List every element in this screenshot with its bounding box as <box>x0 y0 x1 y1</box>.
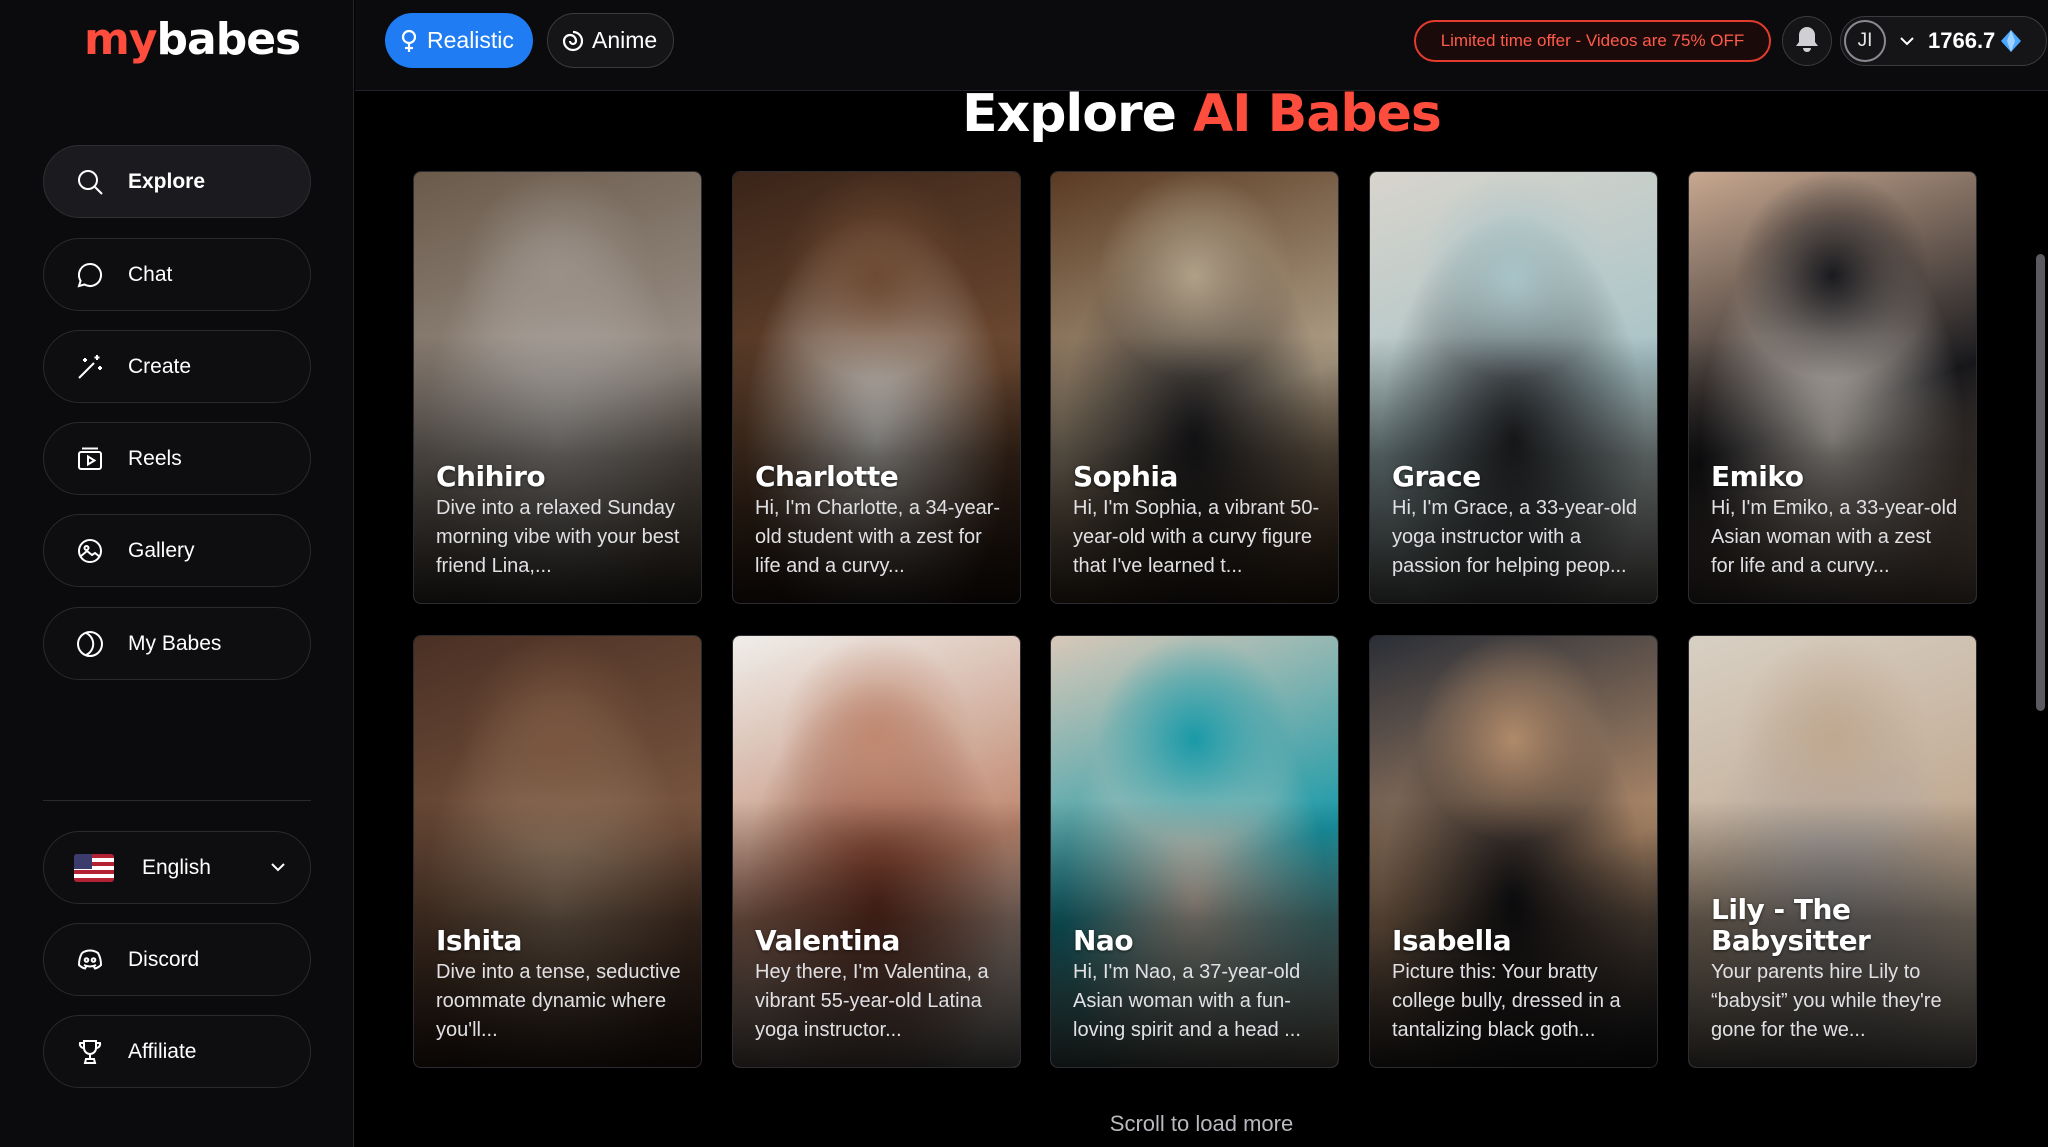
sidebar-divider <box>43 800 311 801</box>
babe-card[interactable]: Ishita Dive into a tense, seductive room… <box>413 635 702 1068</box>
babe-card[interactable]: Valentina Hey there, I'm Valentina, a vi… <box>732 635 1021 1068</box>
babe-card[interactable]: Emiko Hi, I'm Emiko, a 33-year-old Asian… <box>1688 171 1977 604</box>
card-description: Your parents hire Lily to “babysit” you … <box>1711 961 1942 1041</box>
trophy-icon <box>74 1036 106 1068</box>
card-name: Emiko <box>1711 460 1804 493</box>
babe-card[interactable]: Nao Hi, I'm Nao, a 37-year-old Asian wom… <box>1050 635 1339 1068</box>
nav-gallery[interactable]: Gallery <box>43 514 311 587</box>
gem-icon <box>2000 29 2022 53</box>
gallery-icon <box>74 535 106 567</box>
nav-chat[interactable]: Chat <box>43 238 311 311</box>
card-description: Dive into a relaxed Sunday morning vibe … <box>436 497 680 577</box>
page-title: Explore AI Babes <box>355 84 2048 144</box>
card-name: Lily - The Babysitter <box>1711 893 1871 957</box>
nav-create-label: Create <box>128 354 192 378</box>
nav-create[interactable]: Create <box>43 330 311 403</box>
card-name: Charlotte <box>755 460 899 493</box>
card-description: Hi, I'm Grace, a 33-year-old yoga instru… <box>1392 497 1638 577</box>
card-description: Hi, I'm Charlotte, a 34-year-old student… <box>755 497 1001 577</box>
language-label: English <box>142 855 211 879</box>
swirl-icon <box>562 30 584 52</box>
nav-explore-label: Explore <box>128 169 206 193</box>
nav-reels-label: Reels <box>128 446 182 470</box>
tab-anime[interactable]: Anime <box>547 13 674 68</box>
tab-realistic-label: Realistic <box>427 27 514 53</box>
nav-explore[interactable]: Explore <box>43 145 311 218</box>
card-description: Picture this: Your bratty college bully,… <box>1392 961 1621 1041</box>
language-selector[interactable]: English <box>43 831 311 904</box>
page-title-red: AI Babes <box>1192 84 1442 144</box>
my-babes-icon <box>74 628 106 660</box>
card-description: Dive into a tense, seductive roommate dy… <box>436 961 681 1041</box>
card-name: Isabella <box>1392 924 1512 957</box>
card-description: Hi, I'm Emiko, a 33-year-old Asian woman… <box>1711 497 1958 577</box>
sidebar: mybabes Explore Chat Create Reels Galler… <box>0 0 354 1147</box>
brand-logo-part1: my <box>84 14 158 65</box>
tab-realistic[interactable]: Realistic <box>385 13 533 68</box>
chevron-down-icon <box>268 857 288 882</box>
credits-balance: 1766.7 <box>1928 28 1996 53</box>
limited-offer-button[interactable]: Limited time offer - Videos are 75% OFF <box>1414 20 1771 62</box>
avatar: JI <box>1844 20 1886 62</box>
account-menu[interactable]: JI 1766.7 <box>1840 16 2047 66</box>
page-title-white: Explore <box>962 84 1177 144</box>
magic-wand-icon <box>74 351 106 383</box>
card-description: Hi, I'm Sophia, a vibrant 50-year-old wi… <box>1073 497 1320 577</box>
babe-card[interactable]: Sophia Hi, I'm Sophia, a vibrant 50-year… <box>1050 171 1339 604</box>
brand-logo-part2: babes <box>156 14 302 65</box>
nav-discord-label: Discord <box>128 947 200 971</box>
babe-card[interactable]: Lily - The Babysitter Your parents hire … <box>1688 635 1977 1068</box>
nav-chat-label: Chat <box>128 262 173 286</box>
notifications-button[interactable] <box>1782 16 1832 66</box>
chevron-down-icon <box>1898 32 1916 50</box>
nav-my-babes-label: My Babes <box>128 631 222 655</box>
nav-gallery-label: Gallery <box>128 538 195 562</box>
babe-card[interactable]: Isabella Picture this: Your bratty colle… <box>1369 635 1658 1068</box>
card-name: Nao <box>1073 924 1134 957</box>
bell-icon <box>1794 25 1820 58</box>
nav-reels[interactable]: Reels <box>43 422 311 495</box>
nav-affiliate[interactable]: Affiliate <box>43 1015 311 1088</box>
us-flag-icon <box>74 853 114 882</box>
brand-logo[interactable]: mybabes <box>84 14 302 65</box>
babe-card[interactable]: Chihiro Dive into a relaxed Sunday morni… <box>413 171 702 604</box>
babe-card[interactable]: Grace Hi, I'm Grace, a 33-year-old yoga … <box>1369 171 1658 604</box>
female-icon <box>399 29 419 53</box>
topbar: Realistic Anime Limited time offer - Vid… <box>355 0 2048 91</box>
search-icon <box>74 166 106 198</box>
nav-affiliate-label: Affiliate <box>128 1039 197 1063</box>
discord-icon <box>74 944 106 976</box>
nav-my-babes[interactable]: My Babes <box>43 607 311 680</box>
card-name: Chihiro <box>436 460 546 493</box>
card-name: Ishita <box>436 924 522 957</box>
chat-bubble-icon <box>74 259 106 291</box>
card-name: Sophia <box>1073 460 1178 493</box>
card-description: Hey there, I'm Valentina, a vibrant 55-y… <box>755 961 989 1041</box>
babe-card[interactable]: Charlotte Hi, I'm Charlotte, a 34-year-o… <box>732 171 1021 604</box>
card-name: Valentina <box>755 924 900 957</box>
nav-discord[interactable]: Discord <box>43 923 311 996</box>
card-name: Grace <box>1392 460 1481 493</box>
scrollbar[interactable] <box>2036 254 2045 711</box>
video-icon <box>74 443 106 475</box>
card-description: Hi, I'm Nao, a 37-year-old Asian woman w… <box>1073 961 1301 1041</box>
tab-anime-label: Anime <box>592 27 658 53</box>
scroll-hint: Scroll to load more <box>1109 1111 1294 1136</box>
